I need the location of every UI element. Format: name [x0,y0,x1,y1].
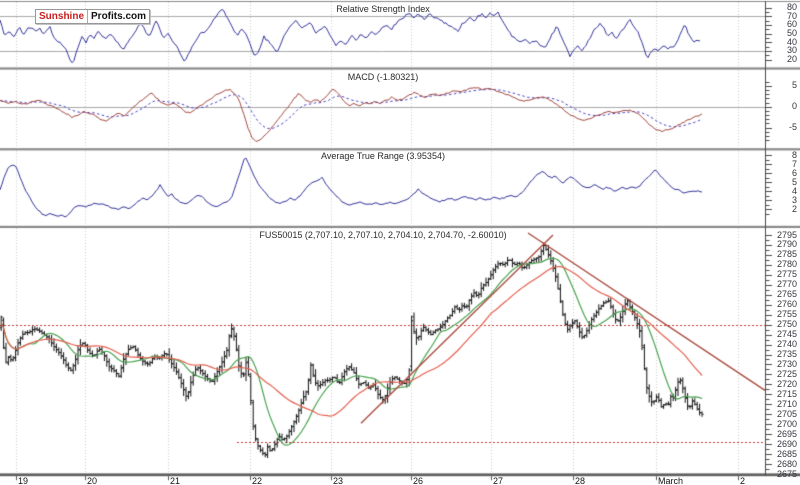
y-axis-label-price: 2705 [776,408,797,419]
x-axis-label: 20 [87,476,98,485]
y-axis-label-price: 2770 [776,279,797,290]
y-axis-label-rsi: 20 [786,54,797,64]
y-axis-label-price: 2745 [776,329,797,340]
x-axis-label: March [658,476,684,485]
x-axis-label: 22 [252,476,263,485]
x-axis-label: 23 [333,476,344,485]
y-axis-label-price: 2715 [776,388,797,399]
y-axis-label-price: 2790 [776,239,797,250]
x-axis-label: 21 [170,476,181,485]
y-axis-label-macd: 5 [791,80,797,91]
x-axis-label: 19 [18,476,29,485]
y-axis-label-price: 2685 [776,448,797,459]
x-axis-label: 27 [493,476,504,485]
y-axis-label-atr: 2 [791,203,797,214]
logo[interactable]: Sunshine Profits.com [35,9,151,24]
x-axis-label: 28 [575,476,586,485]
y-axis-label-price: 2690 [776,438,797,449]
y-axis-label-price: 2730 [776,358,797,369]
y-axis-label-price: 2765 [776,289,797,300]
y-axis-label-price: 2720 [776,378,797,389]
y-axis-label-price: 2695 [776,428,797,439]
y-axis-label-price: 2750 [776,319,797,330]
y-axis-label-macd: 0 [791,101,797,112]
y-axis-label-price: 2740 [776,339,797,350]
y-axis-label-price: 2675 [776,468,797,479]
y-axis-label-price: 2725 [776,368,797,379]
price-panel-title: FUS50015 (2,707.10, 2,707.10, 2,704.10, … [259,230,507,240]
y-axis-label-price: 2760 [776,299,797,310]
atr-panel-title: Average True Range (3.95354) [321,151,445,161]
y-axis-label-macd: -5 [788,122,797,133]
y-axis-label-price: 2755 [776,309,797,320]
x-axis-label: 2 [740,476,746,485]
y-axis-label-price: 2785 [776,249,797,260]
y-axis-label-price: 2680 [776,458,797,469]
y-axis-label-price: 2780 [776,259,797,270]
logo-profits-label: Profits.com [91,11,147,22]
y-axis-label-price: 2735 [776,349,797,359]
x-axis-label: 26 [413,476,424,485]
chart-stage: Relative Strength Index MACD (-1.80321) … [0,0,800,485]
macd-panel-title: MACD (-1.80321) [347,72,419,82]
y-axis-label-price: 2775 [776,269,797,280]
y-axis-label-price: 2700 [776,418,797,429]
y-axis-label-price: 2795 [776,229,797,240]
y-axis-label-price: 2710 [776,398,797,409]
logo-sunshine-label: Sunshine [36,10,89,23]
